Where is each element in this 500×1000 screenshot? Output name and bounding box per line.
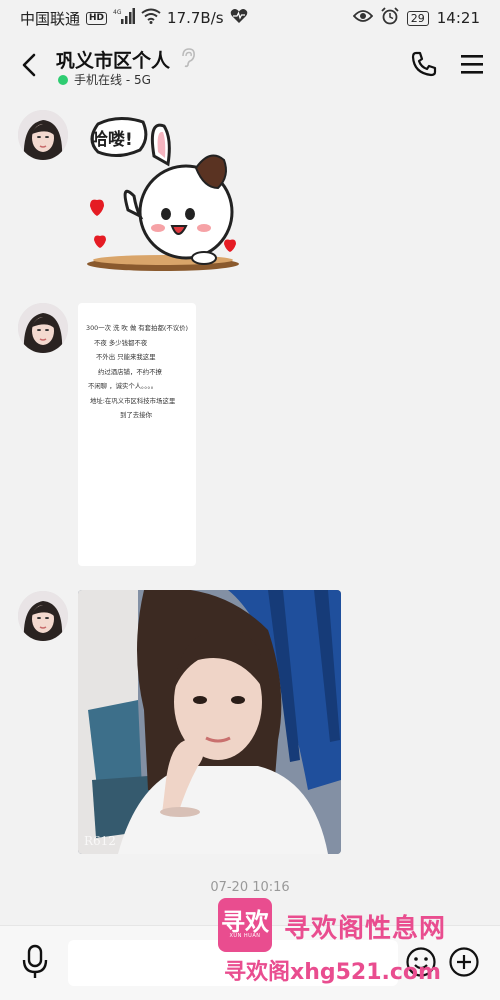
note-line: 不夜 多少钱都不夜 bbox=[94, 338, 148, 347]
signal-icon: 4G bbox=[113, 8, 136, 28]
back-button[interactable] bbox=[14, 50, 44, 80]
photo-watermark-mark: R612 bbox=[84, 834, 116, 848]
contact-avatar[interactable] bbox=[18, 303, 68, 353]
back-arrow-icon bbox=[22, 53, 36, 77]
network-speed: 17.7B/s bbox=[167, 9, 224, 27]
online-dot-icon bbox=[58, 74, 68, 85]
avatar-portrait-image bbox=[18, 110, 68, 160]
carrier-label: 中国联通 bbox=[20, 9, 81, 28]
hd-badge: HD bbox=[86, 11, 108, 25]
note-line: 300一次 洗 吹 做 有套拍都(不议价) bbox=[86, 324, 188, 332]
note-line: 不外出 只能来我这里 bbox=[96, 353, 156, 361]
online-status: 手机在线 - 5G bbox=[58, 71, 151, 88]
bunny-sticker-image: 哈喽! bbox=[87, 117, 239, 271]
note-line: 到了去接你 bbox=[120, 411, 152, 419]
note-line: 地址:在巩义市区科技市场这里 bbox=[90, 396, 176, 405]
watermark-name: 寻欢阁性息网 bbox=[284, 914, 447, 944]
selfie-photo-image bbox=[78, 590, 341, 854]
text-image-message[interactable]: 300一次 洗 吹 做 有套拍都(不议价) 不夜 多少钱都不夜 不外出 只能来我… bbox=[78, 303, 196, 566]
heart-monitor-icon bbox=[230, 8, 248, 28]
alarm-icon bbox=[381, 7, 399, 29]
contact-name[interactable]: 巩义市区个人 bbox=[56, 46, 170, 73]
note-line: 不闲聊 ，诚实个人。。。。 bbox=[88, 382, 158, 390]
chat-header: 巩义市区个人 手机在线 - 5G bbox=[0, 40, 500, 92]
site-watermark: 寻欢 XUN HUAN 寻欢阁性息网 寻欢阁xhg521.com bbox=[218, 898, 498, 988]
microphone-icon bbox=[22, 944, 48, 978]
wifi-icon bbox=[141, 8, 161, 28]
avatar-portrait-image bbox=[18, 591, 68, 641]
menu-button[interactable] bbox=[460, 52, 484, 76]
clock-time: 14:21 bbox=[436, 9, 480, 27]
watermark-url: 寻欢阁xhg521.com bbox=[224, 960, 441, 985]
call-button[interactable] bbox=[410, 50, 438, 78]
watermark-logo: 寻欢 XUN HUAN bbox=[218, 898, 272, 952]
sticker-message[interactable]: 哈喽! bbox=[78, 112, 248, 277]
sticker-text: 哈喽! bbox=[91, 129, 133, 150]
hamburger-icon bbox=[461, 55, 483, 74]
avatar-portrait-image bbox=[18, 303, 68, 353]
battery-icon: 29 bbox=[406, 10, 429, 26]
watermark-logo-sub: XUN HUAN bbox=[229, 933, 261, 939]
voice-button[interactable] bbox=[20, 944, 50, 980]
watermark-logo-char: 寻欢 bbox=[221, 908, 269, 936]
online-status-text: 手机在线 - 5G bbox=[74, 73, 151, 87]
ear-icon bbox=[180, 48, 196, 72]
status-bar: 中国联通 HD 4G 17.7B/s 29 14:21 bbox=[0, 0, 500, 36]
eye-icon bbox=[352, 9, 373, 27]
message-timestamp: 07-20 10:16 bbox=[210, 880, 290, 895]
note-line: 约过酒店铺，不约不撩 bbox=[98, 367, 162, 376]
photo-message[interactable]: R612 bbox=[78, 590, 341, 854]
phone-icon bbox=[411, 51, 437, 77]
network-type: 4G bbox=[113, 9, 122, 16]
contact-avatar[interactable] bbox=[18, 110, 68, 160]
contact-avatar[interactable] bbox=[18, 591, 68, 641]
